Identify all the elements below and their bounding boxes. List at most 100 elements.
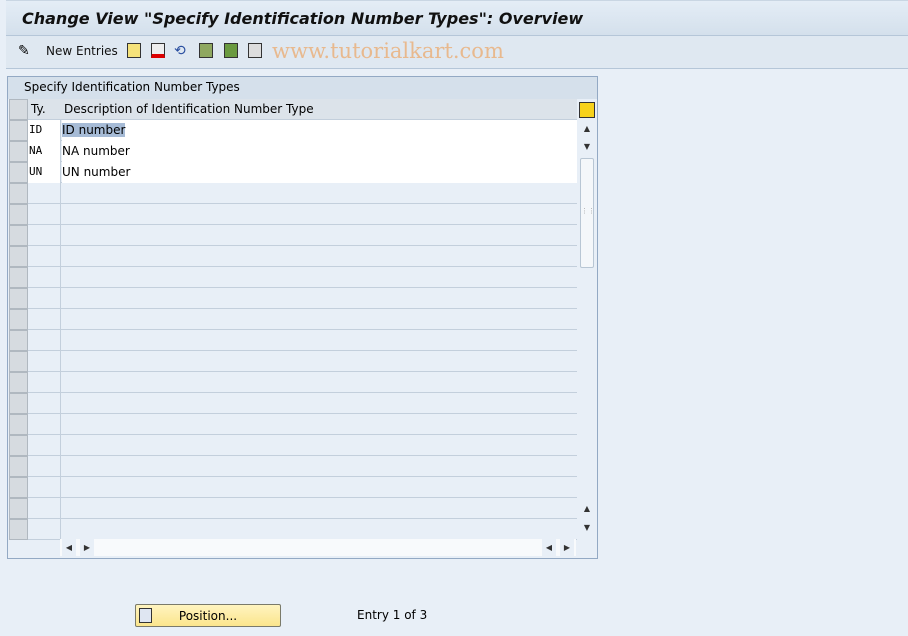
row-selector[interactable]: [9, 330, 28, 351]
empty-table-row[interactable]: [9, 204, 577, 225]
type-cell[interactable]: [28, 225, 61, 246]
row-selector[interactable]: [9, 288, 28, 309]
description-cell[interactable]: [62, 477, 577, 498]
row-selector[interactable]: [9, 183, 28, 204]
empty-table-row[interactable]: [9, 183, 577, 204]
empty-table-row[interactable]: [9, 435, 577, 456]
description-cell[interactable]: [62, 351, 577, 372]
row-selector[interactable]: [9, 519, 28, 540]
select-all-icon[interactable]: [199, 43, 213, 58]
scroll-right-icon[interactable]: ▶: [80, 539, 94, 556]
empty-table-row[interactable]: [9, 309, 577, 330]
deselect-all-icon[interactable]: [248, 43, 262, 58]
row-selector[interactable]: [9, 162, 28, 183]
description-cell[interactable]: [62, 435, 577, 456]
scroll-left-icon[interactable]: ◀: [542, 539, 556, 556]
table-row[interactable]: ID ID number: [9, 120, 577, 141]
type-cell[interactable]: [28, 204, 61, 225]
description-cell[interactable]: [62, 330, 577, 351]
row-selector[interactable]: [9, 225, 28, 246]
empty-table-row[interactable]: [9, 351, 577, 372]
description-cell[interactable]: [62, 288, 577, 309]
column-header-type[interactable]: Ty.: [31, 102, 46, 116]
scroll-up-icon[interactable]: ▲: [578, 120, 596, 138]
empty-table-row[interactable]: [9, 330, 577, 351]
description-cell[interactable]: [62, 309, 577, 330]
row-selector[interactable]: [9, 477, 28, 498]
undo-icon[interactable]: ⟲: [174, 43, 186, 60]
row-selector[interactable]: [9, 351, 28, 372]
delete-icon[interactable]: [151, 43, 165, 58]
row-selector[interactable]: [9, 456, 28, 477]
description-cell[interactable]: [62, 204, 577, 225]
scroll-down-icon[interactable]: ▼: [578, 138, 596, 156]
empty-table-row[interactable]: [9, 372, 577, 393]
type-cell[interactable]: [28, 414, 61, 435]
table-row[interactable]: UN UN number: [9, 162, 577, 183]
description-cell[interactable]: [62, 372, 577, 393]
copy-icon[interactable]: [127, 43, 141, 58]
scroll-right-icon[interactable]: ▶: [560, 539, 574, 556]
type-cell[interactable]: [28, 351, 61, 372]
description-cell[interactable]: [62, 393, 577, 414]
description-cell[interactable]: [62, 498, 577, 519]
description-cell[interactable]: [62, 267, 577, 288]
vertical-scrollbar[interactable]: ▲ ▼ ⋮⋮ ▲ ▼: [578, 120, 596, 540]
select-block-icon[interactable]: [224, 43, 238, 58]
type-cell[interactable]: [28, 183, 61, 204]
scroll-thumb[interactable]: ⋮⋮: [580, 158, 595, 268]
type-cell[interactable]: UN: [28, 162, 61, 183]
description-cell[interactable]: [62, 225, 577, 246]
position-button[interactable]: Position...: [135, 604, 281, 627]
type-cell[interactable]: [28, 435, 61, 456]
empty-table-row[interactable]: [9, 225, 577, 246]
empty-table-row[interactable]: [9, 288, 577, 309]
description-cell[interactable]: [62, 414, 577, 435]
column-header-description[interactable]: Description of Identification Number Typ…: [64, 102, 314, 116]
row-selector[interactable]: [9, 120, 28, 141]
row-selector[interactable]: [9, 498, 28, 519]
row-selector[interactable]: [9, 435, 28, 456]
type-cell[interactable]: [28, 288, 61, 309]
type-cell[interactable]: [28, 477, 61, 498]
row-selector[interactable]: [9, 246, 28, 267]
empty-table-row[interactable]: [9, 414, 577, 435]
scroll-left-icon[interactable]: ◀: [62, 539, 76, 556]
empty-table-row[interactable]: [9, 498, 577, 519]
row-selector[interactable]: [9, 141, 28, 162]
type-cell[interactable]: [28, 372, 61, 393]
select-all-rows[interactable]: [9, 99, 28, 120]
scroll-page-up-icon[interactable]: ▲: [578, 500, 596, 518]
type-cell[interactable]: ID: [28, 120, 61, 141]
description-cell[interactable]: NA number: [62, 141, 577, 162]
row-selector[interactable]: [9, 372, 28, 393]
description-cell[interactable]: [62, 183, 577, 204]
description-cell[interactable]: ID number: [62, 120, 577, 141]
table-row[interactable]: NA NA number: [9, 141, 577, 162]
edit-glasses-icon[interactable]: ✎: [18, 43, 30, 60]
type-cell[interactable]: NA: [28, 141, 61, 162]
type-cell[interactable]: [28, 246, 61, 267]
type-cell[interactable]: [28, 393, 61, 414]
horizontal-scrollbar[interactable]: ◀ ▶ ◀ ▶: [60, 539, 576, 556]
empty-table-row[interactable]: [9, 456, 577, 477]
empty-table-row[interactable]: [9, 477, 577, 498]
description-cell[interactable]: [62, 246, 577, 267]
type-cell[interactable]: [28, 309, 61, 330]
row-selector[interactable]: [9, 267, 28, 288]
scroll-page-down-icon[interactable]: ▼: [578, 519, 596, 537]
row-selector[interactable]: [9, 414, 28, 435]
description-cell[interactable]: [62, 456, 577, 477]
row-selector[interactable]: [9, 204, 28, 225]
new-entries-button[interactable]: New Entries: [46, 44, 118, 61]
type-cell[interactable]: [28, 519, 61, 540]
row-selector[interactable]: [9, 393, 28, 414]
type-cell[interactable]: [28, 330, 61, 351]
description-cell[interactable]: UN number: [62, 162, 577, 183]
empty-table-row[interactable]: [9, 519, 577, 540]
description-cell[interactable]: [62, 519, 577, 540]
column-settings-icon[interactable]: [579, 102, 595, 118]
type-cell[interactable]: [28, 498, 61, 519]
type-cell[interactable]: [28, 267, 61, 288]
empty-table-row[interactable]: [9, 267, 577, 288]
